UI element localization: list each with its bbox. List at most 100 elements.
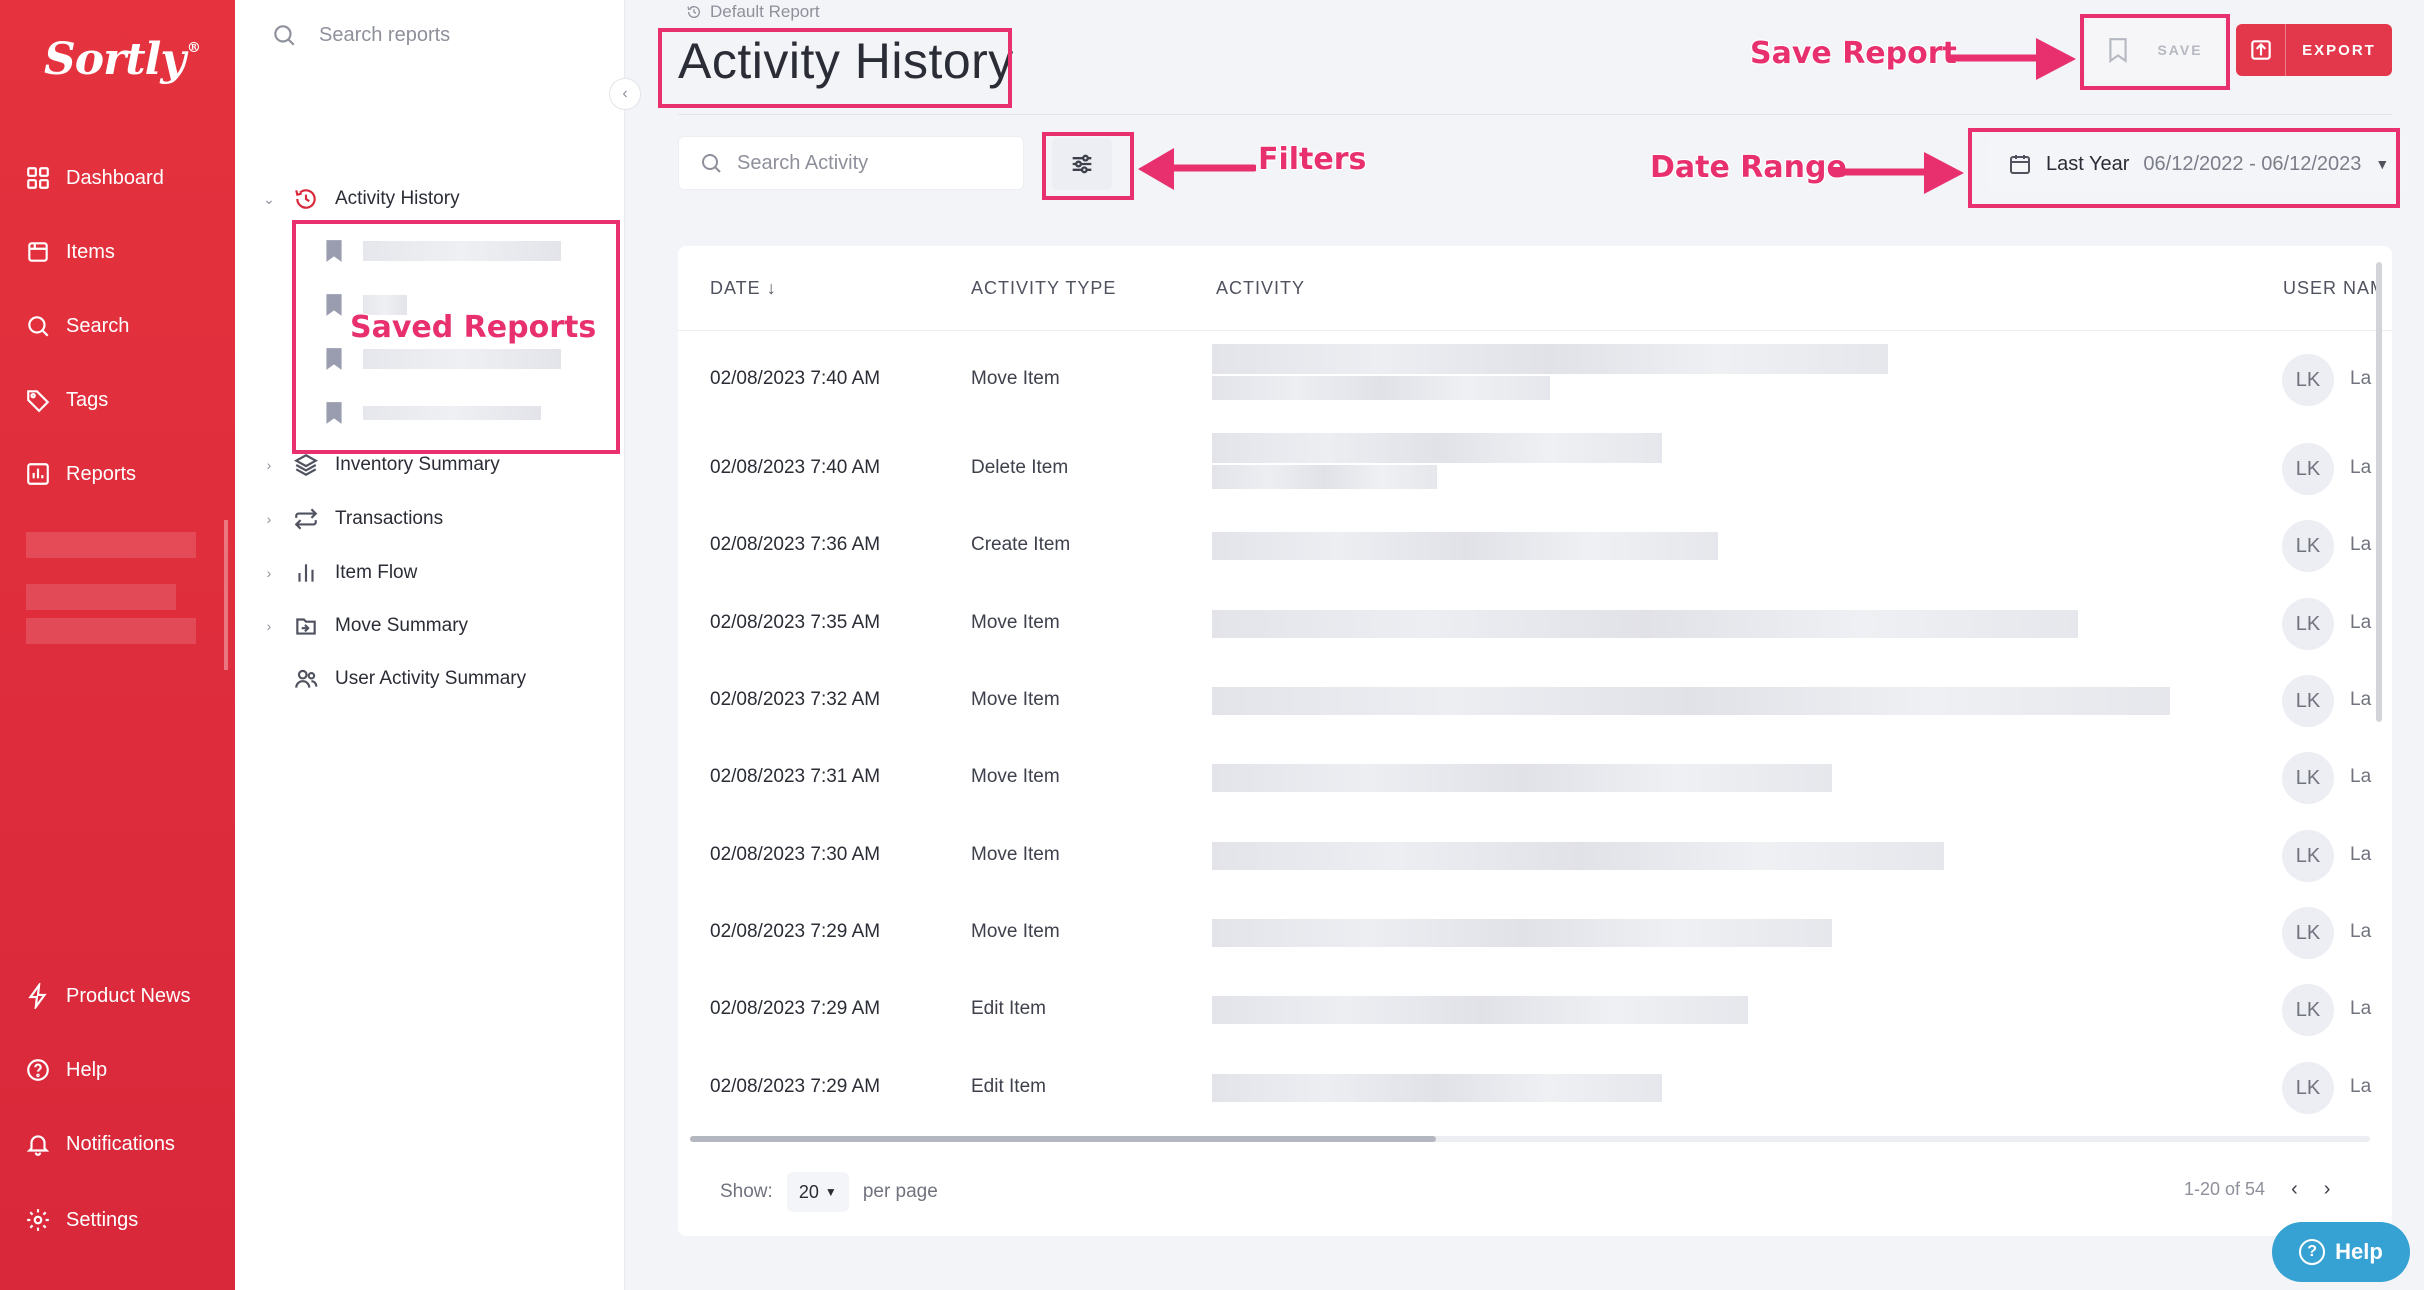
chevron-right-icon[interactable]: › [259,511,279,527]
reports-search[interactable]: Search reports [271,22,450,48]
user-avatar[interactable]: LK [2282,443,2334,495]
export-label: EXPORT [2302,41,2376,59]
history-icon [291,184,321,214]
row-date: 02/08/2023 7:29 AM [710,1076,881,1097]
row-activity-type: Delete Item [971,457,1069,478]
search-icon [702,154,721,173]
nav-help[interactable]: Help [24,1050,224,1090]
tree-item-item-flow[interactable]: › Item Flow [259,558,418,588]
row-activity-type: Move Item [971,612,1060,633]
bar-chart-icon [291,558,321,588]
annotation-arrow-save [1948,38,2076,80]
nav-settings-label: Settings [66,1208,139,1231]
tree-item-activity-history[interactable]: ⌄ Activity History [259,184,459,214]
bolt-icon [24,982,52,1010]
annotation-save-report: Save Report [1750,36,1957,71]
redacted-activity [1212,996,1748,1024]
redacted-activity [1212,764,1832,792]
collapse-panel-button[interactable]: ‹ [609,78,641,110]
nav-search-label: Search [66,314,130,337]
row-activity-type: Move Item [971,368,1060,389]
user-avatar[interactable]: LK [2282,830,2334,882]
breadcrumb[interactable]: Default Report [686,2,820,22]
redacted-activity [1212,344,1888,374]
search-icon [24,312,52,340]
main-sidebar: Sortly ® Dashboard Items Search Tags Repo… [0,0,235,1290]
user-avatar[interactable]: LK [2282,752,2334,804]
nav-product-news-label: Product News [66,984,191,1007]
reports-panel: Search reports ‹ ⌄ Activity History › In… [235,0,641,1290]
sort-desc-icon: ↓ [766,278,777,298]
row-user-name: La [2350,998,2372,1019]
nav-product-news[interactable]: Product News [24,976,224,1016]
export-button[interactable]: EXPORT [2236,24,2392,76]
column-header-activity-type[interactable]: ACTIVITY TYPE [971,278,1116,299]
nav-items[interactable]: Items [24,232,224,272]
chevron-right-icon[interactable]: › [259,457,279,473]
tree-item-transactions[interactable]: › Transactions [259,504,443,534]
nav-settings[interactable]: Settings [24,1200,224,1240]
user-avatar[interactable]: LK [2282,984,2334,1036]
pager: 1-20 of 54 ‹ › [2184,1178,2330,1201]
nav-items-label: Items [66,240,115,263]
gear-icon [24,1206,52,1234]
nav-tags[interactable]: Tags [24,380,224,420]
user-avatar[interactable]: LK [2282,907,2334,959]
annotation-box-filters [1042,132,1134,200]
nav-dashboard[interactable]: Dashboard [24,158,224,198]
vertical-scrollbar[interactable] [2376,262,2382,722]
upload-icon [2236,24,2286,76]
annotation-box-date-range [1968,128,2400,208]
row-date: 02/08/2023 7:40 AM [710,368,881,389]
reports-icon [24,460,52,488]
redacted-activity [1212,465,1437,489]
annotation-box-save [2080,14,2230,90]
column-header-activity[interactable]: ACTIVITY [1216,278,1305,299]
nav-reports[interactable]: Reports [24,454,224,494]
nav-notifications-label: Notifications [66,1132,175,1155]
nav-notifications[interactable]: Notifications [24,1124,224,1164]
annotation-arrow-date-range [1832,152,1964,194]
redacted-activity [1212,433,1662,463]
tree-item-label: User Activity Summary [335,668,527,689]
horizontal-scrollbar-thumb[interactable] [690,1136,1436,1142]
tree-item-inventory-summary[interactable]: › Inventory Summary [259,450,500,480]
chevron-down-icon[interactable]: ⌄ [259,191,279,208]
user-avatar[interactable]: LK [2282,1062,2334,1114]
table-header-divider [678,330,2392,331]
row-user-name: La [2350,534,2372,555]
tree-item-move-summary[interactable]: › Move Summary [259,611,468,641]
sortly-logo[interactable]: Sortly ® [44,34,201,85]
user-avatar[interactable]: LK [2282,520,2334,572]
search-activity-input[interactable]: Search Activity [678,136,1024,190]
user-avatar[interactable]: LK [2282,354,2334,406]
row-user-name: La [2350,921,2372,942]
dashboard-icon [24,164,52,192]
next-page-icon[interactable]: › [2324,1178,2331,1201]
history-icon [687,6,700,18]
tree-item-label: Move Summary [335,615,469,636]
user-avatar[interactable]: LK [2282,598,2334,650]
column-header-user-name[interactable]: USER NAME [2283,278,2377,299]
chevron-right-icon[interactable]: › [259,618,279,634]
bell-icon [24,1130,52,1158]
redacted-activity [1212,1074,1662,1102]
nav-search[interactable]: Search [24,306,224,346]
show-label: Show: [720,1181,773,1202]
sidebar-divider [224,520,228,670]
row-date: 02/08/2023 7:32 AM [710,689,881,710]
column-header-date[interactable]: DATE ↓ [710,278,777,299]
prev-page-icon[interactable]: ‹ [2291,1178,2298,1201]
nav-dashboard-label: Dashboard [66,166,164,189]
row-activity-type: Move Item [971,689,1060,710]
chevron-right-icon[interactable]: › [259,565,279,581]
tree-item-user-activity-summary[interactable]: User Activity Summary [259,664,526,694]
per-page-label: per page [862,1181,938,1202]
user-avatar[interactable]: LK [2282,675,2334,727]
per-page-select[interactable]: 20 ▼ [786,1172,849,1212]
help-chat-button[interactable]: ? Help [2272,1222,2410,1282]
pagination-size: Show: 20 ▼ per page [720,1172,938,1212]
annotation-arrow-filters [1138,148,1256,190]
row-date: 02/08/2023 7:40 AM [710,457,881,478]
items-icon [24,238,52,266]
